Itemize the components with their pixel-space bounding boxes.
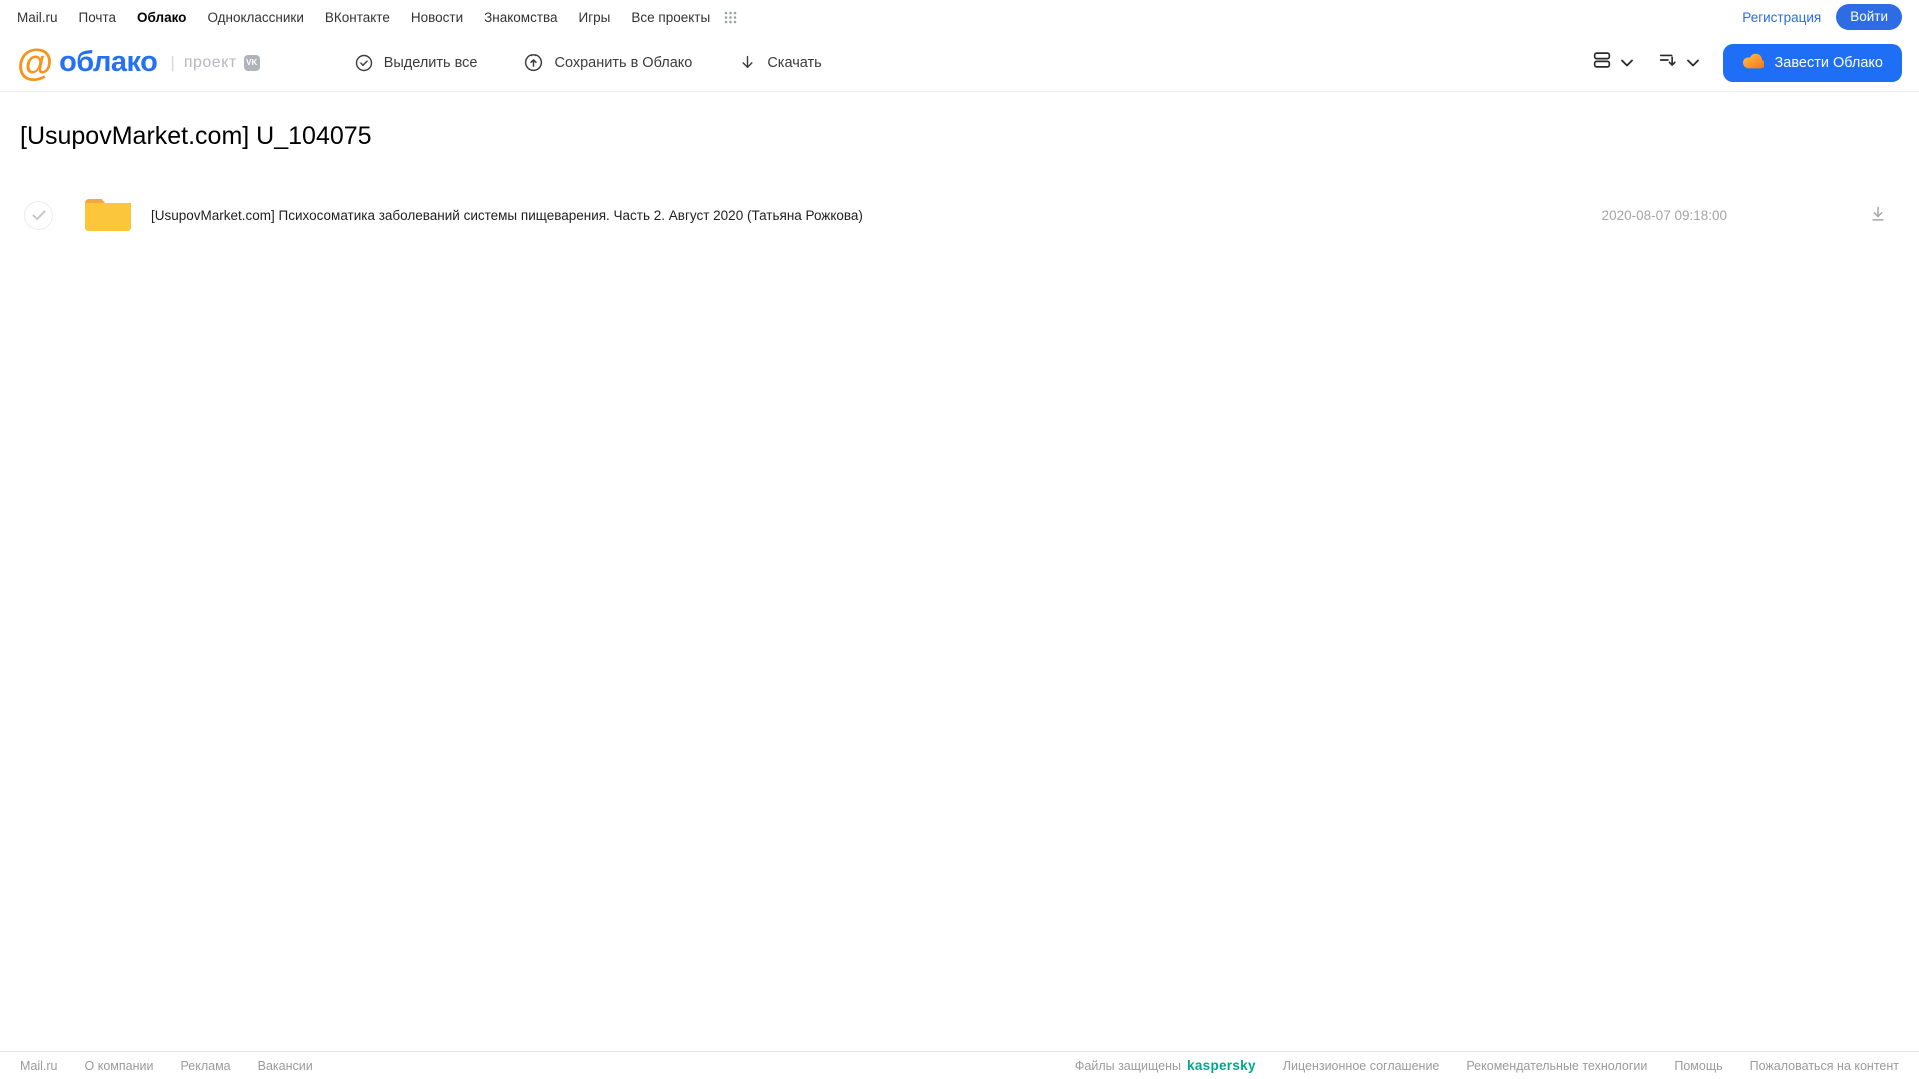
footer-jobs-link[interactable]: Вакансии (258, 1059, 313, 1073)
nav-games[interactable]: Игры (579, 10, 611, 25)
sort-icon (1657, 49, 1679, 76)
footer-ads-link[interactable]: Реклама (180, 1059, 230, 1073)
top-navigation: Mail.ru Почта Облако Одноклассники ВКонт… (0, 0, 1919, 34)
view-mode-selector[interactable] (1591, 49, 1633, 76)
footer-left-links: Mail.ru О компании Реклама Вакансии (20, 1059, 313, 1073)
nav-vkontakte[interactable]: ВКонтакте (325, 10, 390, 25)
file-row[interactable]: [UsupovMarket.com] Психосоматика заболев… (0, 192, 1919, 238)
footer-mailru-link[interactable]: Mail.ru (20, 1059, 58, 1073)
vk-logo-icon: VK (243, 54, 260, 71)
chevron-down-icon (1620, 54, 1633, 72)
folder-icon (82, 196, 134, 234)
file-name[interactable]: [UsupovMarket.com] Психосоматика заболев… (151, 208, 863, 223)
apps-grid-icon[interactable] (724, 11, 737, 24)
cloud-upload-icon (523, 52, 544, 73)
page-title: [UsupovMarket.com] U_104075 (20, 122, 372, 150)
sort-selector[interactable] (1657, 49, 1699, 76)
footer-help-link[interactable]: Помощь (1674, 1059, 1722, 1073)
file-date: 2020-08-07 09:18:00 (1601, 207, 1727, 223)
project-label: проект (183, 53, 237, 71)
page-footer: Mail.ru О компании Реклама Вакансии Файл… (0, 1051, 1919, 1079)
nav-cloud[interactable]: Облако (137, 10, 186, 25)
list-view-icon (1591, 49, 1613, 76)
row-checkbox-icon[interactable] (24, 200, 53, 230)
registration-link[interactable]: Регистрация (1742, 10, 1821, 25)
kaspersky-logo[interactable]: kaspersky (1187, 1058, 1256, 1073)
check-circle-icon (354, 53, 374, 73)
get-cloud-label: Завести Облако (1774, 54, 1883, 71)
footer-report-link[interactable]: Пожаловаться на контент (1750, 1059, 1899, 1073)
download-label: Скачать (767, 54, 822, 71)
cloud-logo-text: облако (59, 46, 158, 78)
footer-about-link[interactable]: О компании (85, 1059, 154, 1073)
download-arrow-icon (738, 53, 757, 72)
cloud-toolbar: @ облако | проект VK Выделить все Сохран… (0, 34, 1919, 91)
nav-dating[interactable]: Знакомства (484, 10, 557, 25)
cloud-logo[interactable]: @ облако | проект VK (17, 44, 260, 81)
toolbar-actions: Выделить все Сохранить в Облако Скачать (354, 52, 822, 73)
footer-license-link[interactable]: Лицензионное соглашение (1283, 1059, 1440, 1073)
nav-news[interactable]: Новости (411, 10, 463, 25)
nav-all-projects[interactable]: Все проекты (631, 10, 710, 25)
save-to-cloud-label: Сохранить в Облако (554, 54, 693, 71)
save-to-cloud-button[interactable]: Сохранить в Облако (523, 52, 692, 73)
portal-links: Mail.ru Почта Облако Одноклассники ВКонт… (17, 10, 737, 25)
auth-area: Регистрация Войти (1742, 4, 1902, 30)
orange-cloud-icon (1742, 53, 1765, 73)
get-cloud-button[interactable]: Завести Облако (1722, 43, 1902, 82)
logo-divider: | (170, 52, 175, 72)
footer-recommendation-link[interactable]: Рекомендательные технологии (1466, 1059, 1647, 1073)
toolbar-right: Завести Облако (1591, 43, 1902, 82)
footer-right-links: Файлы защищены kaspersky Лицензионное со… (1075, 1058, 1899, 1073)
select-all-label: Выделить все (383, 54, 478, 71)
nav-odnoklassniki[interactable]: Одноклассники (207, 10, 303, 25)
kaspersky-protection: Файлы защищены kaspersky (1075, 1058, 1256, 1073)
chevron-down-icon (1686, 54, 1699, 72)
login-button[interactable]: Войти (1836, 4, 1902, 30)
protected-label: Файлы защищены (1074, 1058, 1182, 1073)
download-button[interactable]: Скачать (738, 52, 822, 73)
nav-mailru[interactable]: Mail.ru (17, 10, 58, 25)
mailru-at-icon: @ (17, 42, 53, 83)
row-download-icon[interactable] (1868, 204, 1888, 229)
select-all-button[interactable]: Выделить все (354, 52, 478, 73)
nav-mail[interactable]: Почта (79, 10, 117, 25)
